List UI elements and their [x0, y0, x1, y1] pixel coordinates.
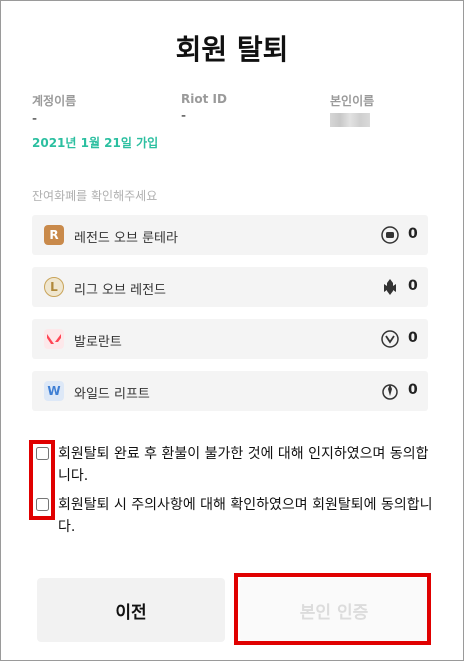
game-name: 리그 오브 레전드: [74, 283, 166, 298]
account-name-label: 계정이름: [32, 94, 77, 108]
game-row-wildrift: W 와일드 리프트 0: [32, 371, 428, 411]
currency-value: 0: [408, 226, 418, 242]
game-row-league: L 리그 오브 레전드 0: [32, 267, 428, 307]
riot-points-icon: [380, 277, 400, 297]
riot-id-label: Riot ID: [181, 92, 227, 106]
page-title: 회원 탈퇴: [175, 33, 289, 66]
game-row-runeterra: R 레전드 오브 룬테라 0: [32, 215, 428, 255]
account-name-value: -: [32, 111, 38, 127]
verify-button-highlight-box: [234, 573, 431, 645]
currency-value: 0: [408, 278, 418, 294]
riot-id-value: -: [181, 108, 187, 124]
consent-refund-text: 회원탈퇴 완료 후 환불이 불가한 것에 대해 인지하였으며 동의합니다.: [58, 446, 429, 484]
riot-id-field: Riot ID -: [181, 92, 227, 124]
account-name-field: 계정이름 -: [32, 92, 76, 127]
game-name: 레전드 오브 룬테라: [74, 231, 178, 246]
real-name-label: 본인이름: [330, 94, 375, 108]
currency-value: 0: [408, 382, 418, 398]
real-name-blurred-value: [330, 113, 370, 127]
real-name-field: 본인이름: [330, 92, 374, 127]
join-date: 2021년 1월 21일 가입: [32, 136, 159, 150]
game-row-valorant: 발로란트 0: [32, 319, 428, 359]
wild-cores-icon: [380, 381, 400, 401]
valorant-icon: [44, 329, 64, 349]
consent-refund[interactable]: 회원탈퇴 완료 후 환불이 불가한 것에 대해 인지하였으며 동의합니다.: [36, 443, 436, 487]
valorant-points-icon: [380, 329, 400, 349]
game-name: 와일드 리프트: [74, 387, 150, 402]
wildrift-icon: W: [44, 381, 64, 401]
runeterra-coin-icon: [380, 225, 400, 245]
checkbox-highlight-box: [29, 440, 55, 520]
currency-value: 0: [408, 330, 418, 346]
consent-notice[interactable]: 회원탈퇴 시 주의사항에 대해 확인하였으며 회원탈퇴에 동의합니다.: [36, 494, 436, 538]
league-icon: L: [44, 277, 64, 297]
consent-notice-text: 회원탈퇴 시 주의사항에 대해 확인하였으며 회원탈퇴에 동의합니다.: [58, 497, 433, 535]
prev-button[interactable]: 이전: [37, 578, 225, 642]
game-name: 발로란트: [74, 335, 122, 350]
runeterra-icon: R: [44, 225, 64, 245]
balance-section-label: 잔여화폐를 확인해주세요: [32, 189, 158, 203]
